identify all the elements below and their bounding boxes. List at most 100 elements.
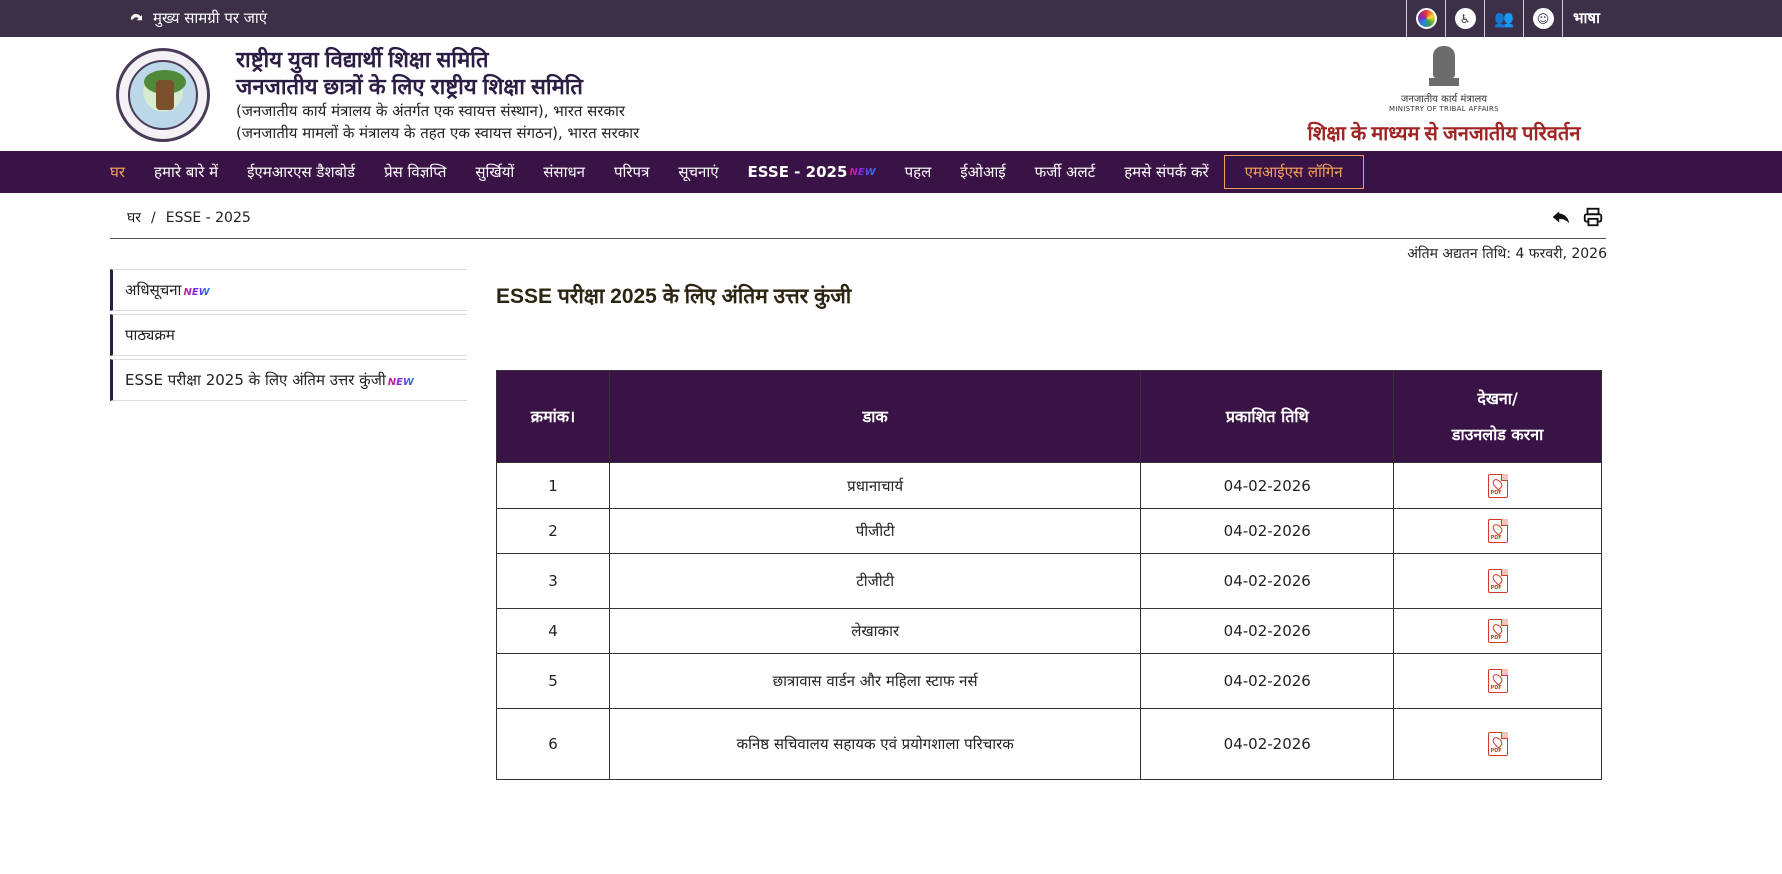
pdf-download-icon[interactable]: PDF (1487, 519, 1508, 543)
nav-esse-label: ESSE - 2025 (747, 163, 848, 181)
cell-download: PDF (1393, 508, 1602, 554)
org-subtitle-1: (जनजातीय कार्य मंत्रालय के अंतर्गत एक स्… (236, 102, 625, 120)
nests-logo[interactable] (116, 48, 210, 142)
pdf-download-icon[interactable]: PDF (1487, 569, 1508, 593)
mis-login-button[interactable]: एमआईएस लॉगिन (1223, 155, 1364, 189)
cell-download: PDF (1393, 553, 1602, 609)
cell-serial: 5 (496, 653, 610, 709)
nav-contact[interactable]: हमसे संपर्क करें (1124, 162, 1208, 182)
ministry-emblem-block: जनजातीय कार्य मंत्रालय MINISTRY OF TRIBA… (1304, 46, 1584, 146)
accessibility-toolbar: ♿ 👥 ☺ भाषा (1406, 0, 1612, 37)
sidebar-item-label: पाठ्यक्रम (125, 326, 175, 344)
sidebar-item-label: अधिसूचना (125, 281, 182, 299)
sitemap-button[interactable]: 👥 (1485, 0, 1524, 37)
site-header: राष्ट्रीय युवा विद्यार्थी शिक्षा समिति ज… (0, 37, 1782, 151)
pdf-download-icon[interactable]: PDF (1487, 669, 1508, 693)
last-updated-date: अंतिम अद्यतन तिथि: 4 फरवरी, 2026 (1407, 246, 1607, 262)
nav-about[interactable]: हमारे बारे में (154, 162, 218, 182)
print-icon[interactable] (1582, 206, 1604, 228)
cell-post: पीजीटी (608, 508, 1142, 554)
skip-arrow-icon (130, 13, 142, 21)
new-badge: NEW (387, 377, 414, 388)
page-title: ESSE परीक्षा 2025 के लिए अंतिम उत्तर कुं… (496, 285, 852, 308)
cell-serial: 1 (496, 462, 610, 509)
pdf-label: PDF (1490, 635, 1502, 641)
col-published-date: प्रकाशित तिथि (1140, 370, 1395, 463)
pdf-download-icon[interactable]: PDF (1487, 732, 1508, 756)
cell-download: PDF (1393, 708, 1602, 780)
accessibility-icon: ♿ (1454, 8, 1476, 29)
cell-download: PDF (1393, 462, 1602, 509)
nav-eoi[interactable]: ईओआई (960, 162, 1005, 182)
cell-post: कनिष्ठ सचिवालय सहायक एवं प्रयोगशाला परिच… (608, 708, 1142, 780)
pdf-label: PDF (1490, 535, 1502, 541)
cell-serial: 2 (496, 508, 610, 554)
nav-home[interactable]: घर (110, 162, 125, 182)
skip-label: मुख्य सामग्री पर जाएं (153, 9, 268, 27)
sidebar-item-answer-key[interactable]: ESSE परीक्षा 2025 के लिए अंतिम उत्तर कुं… (110, 359, 467, 401)
cell-date: 04-02-2026 (1140, 553, 1395, 609)
top-utility-bar: मुख्य सामग्री पर जाएं ♿ 👥 ☺ भाषा (0, 0, 1782, 37)
breadcrumb-current: ESSE - 2025 (165, 210, 251, 226)
pdf-download-icon[interactable]: PDF (1487, 473, 1508, 498)
ministry-name-hindi: जनजातीय कार्य मंत्रालय (1400, 94, 1488, 105)
nav-emrs-dashboard[interactable]: ईएमआरएस डैशबोर्ड (247, 162, 355, 182)
cell-post: टीजीटी (608, 553, 1142, 609)
cell-serial: 4 (496, 608, 610, 654)
cell-download: PDF (1393, 608, 1602, 654)
page-actions (1550, 206, 1604, 228)
col-view-download: देखना/ डाउनलोड करना (1393, 370, 1602, 463)
pdf-download-icon[interactable]: PDF (1487, 619, 1508, 643)
sidebar-item-syllabus[interactable]: पाठ्यक्रम (110, 314, 467, 356)
nav-resources[interactable]: संसाधन (543, 162, 585, 182)
pdf-label: PDF (1490, 585, 1502, 591)
accessibility-button[interactable]: ♿ (1446, 0, 1485, 37)
nav-circulars[interactable]: परिपत्र (614, 162, 649, 182)
cell-date: 04-02-2026 (1140, 462, 1395, 509)
sidebar-menu: अधिसूचना NEW पाठ्यक्रम ESSE परीक्षा 2025 … (110, 269, 467, 404)
table-row: 6 कनिष्ठ सचिवालय सहायक एवं प्रयोगशाला पर… (496, 708, 1602, 780)
screen-reader-icon: ☺ (1532, 8, 1554, 29)
new-badge: NEW (183, 287, 210, 298)
org-subtitle-2: (जनजातीय मामलों के मंत्रालय के तहत एक स्… (236, 124, 640, 142)
table-row: 2 पीजीटी 04-02-2026 PDF (496, 508, 1602, 554)
cell-date: 04-02-2026 (1140, 708, 1395, 780)
color-contrast-icon (1415, 8, 1437, 29)
org-title-2: जनजातीय छात्रों के लिए राष्ट्रीय शिक्षा … (236, 74, 583, 99)
color-contrast-button[interactable] (1407, 0, 1446, 37)
logo-tree-trunk (156, 80, 174, 110)
logo-emblem (128, 60, 198, 130)
cell-serial: 3 (496, 553, 610, 609)
new-badge: NEW (849, 166, 876, 178)
sidebar-item-notification[interactable]: अधिसूचना NEW (110, 269, 467, 311)
nav-headlines[interactable]: सुर्खियों (475, 162, 514, 182)
org-title-1: राष्ट्रीय युवा विद्यार्थी शिक्षा समिति (236, 47, 489, 72)
nav-esse-2025[interactable]: ESSE - 2025 NEW (748, 163, 876, 181)
tagline: शिक्षा के माध्यम से जनजातीय परिवर्तन (1307, 123, 1581, 145)
pdf-label: PDF (1490, 748, 1502, 754)
nav-press-release[interactable]: प्रेस विज्ञप्ति (384, 162, 446, 182)
cell-download: PDF (1393, 653, 1602, 709)
table-row: 5 छात्रावास वार्डन और महिला स्टाफ नर्स 0… (496, 653, 1602, 709)
nav-initiatives[interactable]: पहल (905, 162, 932, 182)
cell-date: 04-02-2026 (1140, 608, 1395, 654)
table-row: 3 टीजीटी 04-02-2026 PDF (496, 553, 1602, 609)
cell-post: लेखाकार (608, 608, 1142, 654)
breadcrumb-home[interactable]: घर (127, 210, 141, 226)
answer-key-table: क्रमांक। डाक प्रकाशित तिथि देखना/ डाउनलोड… (496, 370, 1602, 780)
breadcrumb-bar: घर / ESSE - 2025 (110, 206, 1606, 239)
nav-notices[interactable]: सूचनाएं (678, 162, 718, 182)
main-navigation: घर हमारे बारे में ईएमआरएस डैशबोर्ड प्रेस… (0, 151, 1782, 193)
screen-reader-button[interactable]: ☺ (1524, 0, 1563, 37)
table-row: 1 प्रधानाचार्य 04-02-2026 PDF (496, 462, 1602, 509)
back-icon[interactable] (1550, 206, 1572, 228)
pdf-label: PDF (1490, 489, 1502, 496)
cell-date: 04-02-2026 (1140, 653, 1395, 709)
breadcrumb: घर / ESSE - 2025 (127, 208, 251, 227)
col-view-label: देखना/ (1477, 388, 1518, 408)
language-selector[interactable]: भाषा (1563, 0, 1612, 37)
nav-fake-alert[interactable]: फर्जी अलर्ट (1035, 162, 1096, 182)
skip-to-main-link[interactable]: मुख्य सामग्री पर जाएं (127, 8, 267, 28)
ministry-name-english: MINISTRY OF TRIBAL AFFAIRS (1389, 105, 1499, 113)
table-row: 4 लेखाकार 04-02-2026 PDF (496, 608, 1602, 654)
